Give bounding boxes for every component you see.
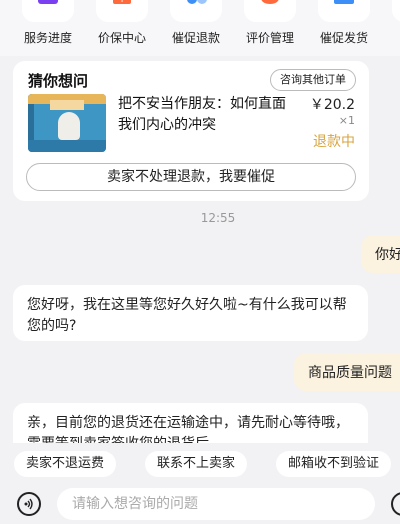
product-quantity: ×1 — [338, 114, 355, 127]
chat-timestamp: 12:55 — [200, 211, 236, 225]
shortcut-label: 催促退款 — [171, 31, 220, 45]
shortcut-bar: 服务进度 ¥ 价保中心 催促退款 评价管理 催促发货 — [0, 0, 400, 56]
message-bubble-user: 商品质量问题 — [294, 353, 400, 391]
shortcut-label: 赔 — [380, 29, 400, 46]
message-bubble-agent: 您好呀，我在这里等您好久好久啦~有什么我可以帮您的吗? — [13, 285, 368, 341]
svg-text:¥: ¥ — [119, 0, 124, 4]
input-bar: 请输入想咨询的问题 — [0, 482, 400, 524]
shortcut-label: 评价管理 — [245, 31, 294, 45]
message-input[interactable]: 请输入想咨询的问题 — [57, 488, 375, 520]
refund-status: 退款中 — [313, 134, 355, 150]
service-progress-icon — [22, 0, 74, 22]
product-price: ￥20.2 — [309, 97, 355, 113]
compensation-icon — [392, 0, 400, 22]
urge-refund-button[interactable]: 卖家不处理退款，我要催促 — [26, 163, 356, 191]
product-image[interactable] — [28, 94, 106, 152]
add-icon[interactable] — [391, 492, 400, 516]
quick-reply-chip[interactable]: 联系不上卖家 — [145, 451, 248, 477]
urge-refund-icon — [170, 0, 222, 22]
urge-shipping-icon — [318, 0, 370, 22]
shortcut-label: 催促发货 — [319, 31, 368, 45]
review-manage-icon — [244, 0, 296, 22]
quick-reply-chip[interactable]: 卖家不退运费 — [14, 451, 117, 477]
quick-reply-bar: 卖家不退运费 联系不上卖家 邮箱收不到验证 — [0, 443, 400, 482]
quick-reply-chip[interactable]: 邮箱收不到验证 — [276, 451, 392, 477]
chat-page: 服务进度 ¥ 价保中心 催促退款 评价管理 催促发货 — [0, 0, 400, 524]
shortcut-label: 服务进度 — [23, 31, 72, 45]
message-bubble-user: 你好 — [361, 235, 400, 273]
voice-icon[interactable] — [17, 492, 41, 516]
guess-card: 猜你想问 咨询其他订单 把不安当作朋友：如何直面我们内心的冲突 ￥20.2 ×1… — [13, 61, 369, 201]
product-name[interactable]: 把不安当作朋友：如何直面我们内心的冲突 — [118, 94, 296, 136]
shortcut-label: 价保中心 — [97, 31, 146, 45]
price-protect-icon: ¥ — [96, 0, 148, 22]
guess-title: 猜你想问 — [28, 72, 89, 90]
other-orders-button[interactable]: 咨询其他订单 — [270, 69, 356, 91]
